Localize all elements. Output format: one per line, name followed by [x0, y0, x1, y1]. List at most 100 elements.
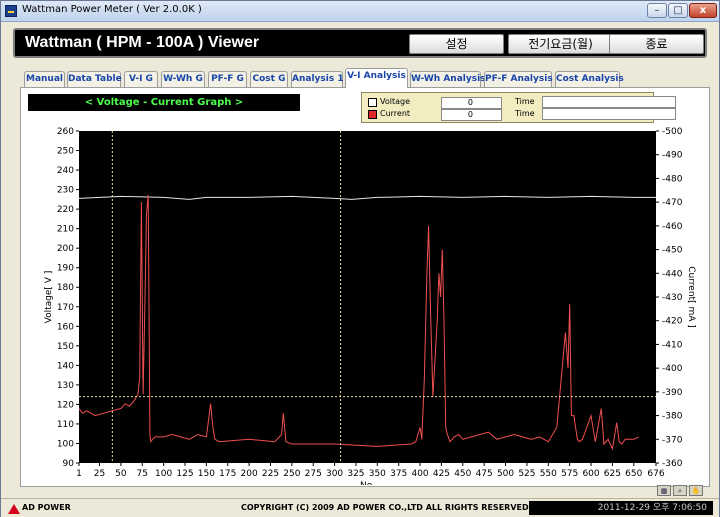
tab-pf-f-g[interactable]: PF-F G: [208, 71, 247, 87]
plot-area[interactable]: [79, 131, 656, 463]
y-tick-label: 100: [57, 439, 74, 449]
grid-icon[interactable]: ▦: [657, 485, 671, 496]
voltage-value: 0: [441, 97, 502, 109]
y2-tick-label: -490: [662, 151, 683, 161]
y-tick-label: 90: [63, 459, 75, 469]
minimize-button[interactable]: –: [647, 3, 667, 18]
window-title: Wattman Power Meter ( Ver 2.0.0K ): [22, 4, 202, 15]
x-tick-label: 676: [647, 469, 664, 479]
y2-tick-label: -460: [662, 222, 683, 232]
tab-cost-analysis[interactable]: Cost Analysis: [555, 71, 624, 87]
zoom-icon[interactable]: ⌕: [673, 485, 687, 496]
y2-tick-label: -380: [662, 412, 683, 422]
x-axis-label: No.: [360, 481, 375, 485]
voltage-swatch-icon: [368, 98, 377, 107]
tab-v-i-analysis[interactable]: V-I Analysis: [345, 68, 408, 88]
y-tick-label: 140: [57, 361, 74, 371]
x-tick-label: 125: [176, 469, 193, 479]
x-tick-label: 625: [604, 469, 621, 479]
y-tick-label: 160: [57, 322, 74, 332]
y2-tick-label: -470: [662, 198, 683, 208]
y2-tick-label: -430: [662, 293, 683, 303]
x-tick-label: 200: [241, 469, 258, 479]
copyright-text: COPYRIGHT (C) 2009 AD POWER CO.,LTD ALL …: [241, 503, 532, 512]
x-tick-label: 325: [347, 469, 364, 479]
voltage-current-chart[interactable]: 9010011012013014015016017018019020021022…: [20, 123, 710, 485]
x-tick-label: 500: [497, 469, 514, 479]
y-tick-label: 180: [57, 283, 74, 293]
x-tick-label: 375: [390, 469, 407, 479]
y-tick-label: 130: [57, 381, 74, 391]
app-icon: [5, 5, 17, 17]
x-tick-label: 600: [582, 469, 599, 479]
legend-panel: Voltage 0 Time Current 0 Time: [361, 92, 676, 123]
y-tick-label: 120: [57, 400, 74, 410]
tab-analysis-1[interactable]: Analysis 1: [291, 71, 344, 87]
datetime-display: 2011-12-29 오후 7:06:50: [529, 501, 713, 515]
status-bar: AD POWER COPYRIGHT (C) 2009 AD POWER CO.…: [1, 498, 719, 517]
app-title: Wattman ( HPM - 100A ) Viewer: [25, 34, 260, 51]
y2-axis-label: Current[ mA ]: [686, 266, 696, 327]
x-tick-label: 50: [115, 469, 127, 479]
x-tick-label: 250: [283, 469, 300, 479]
y2-tick-label: -410: [662, 340, 683, 350]
y-tick-label: 110: [57, 420, 74, 430]
current-time-value: [542, 108, 676, 120]
x-tick-label: 275: [305, 469, 322, 479]
y2-tick-label: -480: [662, 174, 683, 184]
y2-tick-label: -400: [662, 364, 683, 374]
exit-button[interactable]: 종료: [609, 34, 704, 54]
current-swatch-icon: [368, 110, 377, 119]
y-tick-label: 250: [57, 147, 74, 157]
company-name: AD POWER: [22, 503, 71, 512]
main-window: Wattman Power Meter ( Ver 2.0.0K ) – □ x…: [0, 0, 720, 517]
y-tick-label: 240: [57, 166, 74, 176]
y-tick-label: 260: [57, 127, 74, 137]
x-tick-label: 475: [476, 469, 493, 479]
y2-tick-label: -360: [662, 459, 683, 469]
y2-tick-label: -390: [662, 388, 683, 398]
voltage-label: Voltage: [380, 97, 411, 106]
y2-tick-label: -370: [662, 435, 683, 445]
y2-tick-label: -500: [662, 127, 683, 137]
y-tick-label: 220: [57, 205, 74, 215]
y2-tick-label: -440: [662, 269, 683, 279]
pan-hand-icon[interactable]: ✋: [689, 485, 703, 496]
current-value: 0: [441, 109, 502, 121]
x-tick-label: 450: [454, 469, 471, 479]
x-tick-label: 575: [561, 469, 578, 479]
tab-w-wh-g[interactable]: W-Wh G: [161, 71, 205, 87]
x-tick-label: 1: [76, 469, 82, 479]
y-axis-label: Voltage[ V ]: [44, 271, 54, 324]
tab-v-i-g[interactable]: V-I G: [124, 71, 158, 87]
tab-w-wh-analysis[interactable]: W-Wh Analysis: [410, 71, 486, 87]
x-tick-label: 100: [155, 469, 172, 479]
x-tick-label: 350: [369, 469, 386, 479]
y-tick-label: 170: [57, 303, 74, 313]
y2-tick-label: -420: [662, 317, 683, 327]
graph-title: < Voltage - Current Graph >: [28, 94, 300, 111]
settings-button[interactable]: 설정: [409, 34, 504, 54]
voltage-time-value: [542, 96, 676, 108]
x-tick-label: 25: [94, 469, 105, 479]
x-tick-label: 650: [625, 469, 642, 479]
x-tick-label: 525: [518, 469, 535, 479]
tab-manual[interactable]: Manual: [24, 71, 65, 87]
x-tick-label: 225: [262, 469, 279, 479]
tab-pf-f-analysis[interactable]: PF-F Analysis: [484, 71, 553, 87]
maximize-button[interactable]: □: [668, 3, 688, 18]
y-tick-label: 200: [57, 244, 74, 254]
y2-tick-label: -450: [662, 246, 683, 256]
monthly-rate-button[interactable]: 전기요금(월): [508, 34, 613, 54]
y-tick-label: 150: [57, 342, 74, 352]
title-bar[interactable]: Wattman Power Meter ( Ver 2.0.0K ) – □ x: [1, 1, 719, 22]
tab-cost-g[interactable]: Cost G: [250, 71, 288, 87]
close-button[interactable]: x: [689, 3, 717, 18]
x-tick-label: 425: [433, 469, 450, 479]
x-tick-label: 175: [219, 469, 236, 479]
x-tick-label: 150: [198, 469, 215, 479]
y-tick-label: 210: [57, 225, 74, 235]
y-tick-label: 230: [57, 186, 74, 196]
x-tick-label: 300: [326, 469, 343, 479]
tab-data-table[interactable]: Data Table: [67, 71, 122, 87]
